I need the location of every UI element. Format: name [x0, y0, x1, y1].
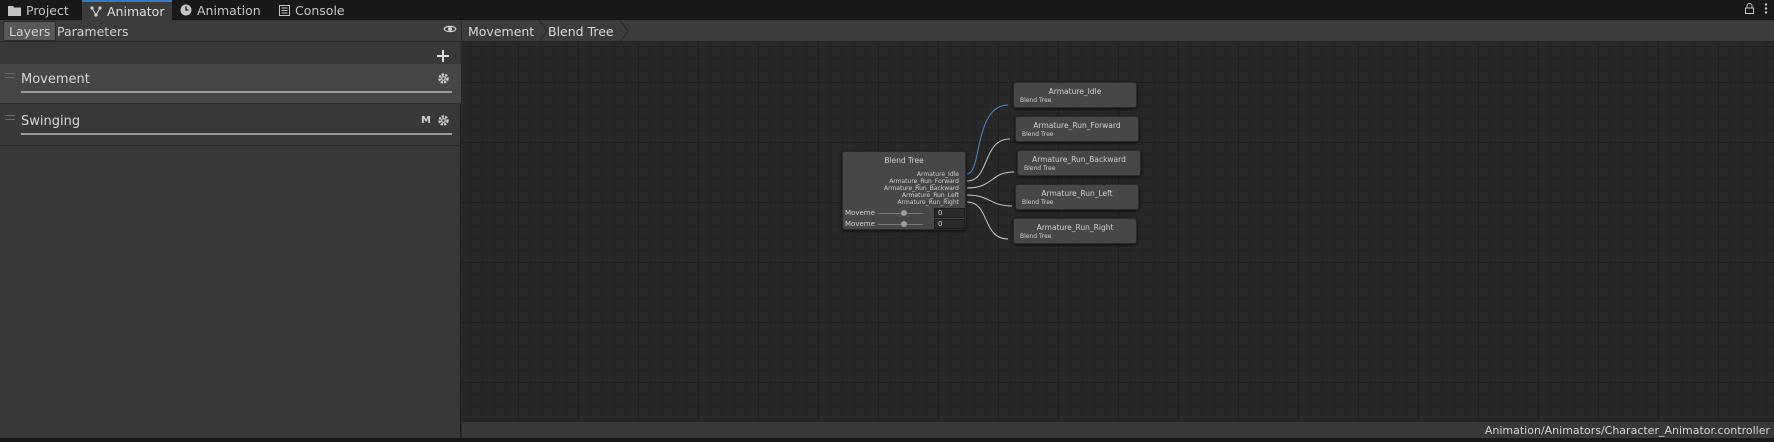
subtab-label: Parameters [57, 23, 129, 39]
tab-parameters[interactable]: Parameters [52, 21, 134, 41]
blend-output: Armature_Run_Left [902, 192, 959, 199]
tab-layers[interactable]: Layers [3, 21, 57, 41]
parameter-label: Moveme [845, 209, 875, 217]
blend-output: Armature_Run_Right [897, 199, 959, 206]
blend-output: Armature_Run_Forward [889, 178, 959, 185]
tab-label: Animator [107, 3, 165, 19]
folder-icon [8, 5, 21, 16]
parameter-slider-row: Moveme 0 [845, 219, 965, 230]
connection-wire-idle [966, 104, 1009, 175]
layers-panel: Layers Parameters Movement Swinging M [0, 20, 461, 442]
layer-item-swinging[interactable]: Swinging M [0, 106, 461, 146]
animator-graph[interactable]: Movement Blend Tree Blend Tree Armature_… [462, 20, 1774, 421]
node-title: Armature_Run_Right [1036, 223, 1114, 232]
parameter-value-field[interactable]: 0 [934, 219, 965, 229]
clip-node-run-left[interactable]: Armature_Run_Left Blend Tree [1015, 184, 1139, 210]
clip-node-run-backward[interactable]: Armature_Run_Backward Blend Tree [1017, 150, 1141, 176]
panel-subtabs: Layers Parameters [0, 20, 461, 42]
status-bar: Animation/Animators/Character_Animator.c… [462, 421, 1774, 438]
clip-node-idle[interactable]: Armature_Idle Blend Tree [1013, 82, 1137, 108]
node-title: Armature_Idle [1048, 87, 1102, 96]
layer-name: Movement [21, 72, 90, 87]
subtab-label: Layers [9, 23, 51, 39]
node-subtitle: Blend Tree [1022, 199, 1054, 206]
lock-icon[interactable] [1745, 3, 1754, 14]
connection-wire-run-left [966, 194, 1013, 207]
clip-node-run-forward[interactable]: Armature_Run_Forward Blend Tree [1015, 116, 1139, 142]
window-tab-bar: Project Animator Animation Console [0, 0, 1774, 20]
parameter-value-field[interactable]: 0 [934, 208, 965, 218]
connection-wire-run-right [966, 201, 1009, 240]
tab-label: Console [295, 2, 345, 18]
layer-weight-bar [21, 91, 452, 93]
layer-item-movement[interactable]: Movement [0, 64, 461, 104]
more-options-icon[interactable] [1764, 3, 1768, 14]
sync-tag: M [421, 115, 431, 126]
blend-tree-node[interactable]: Blend Tree Armature_Idle Armature_Run_Fo… [842, 151, 966, 230]
eye-icon[interactable] [443, 24, 457, 34]
console-icon [279, 4, 290, 16]
tab-project[interactable]: Project [0, 0, 77, 20]
drag-handle-icon[interactable] [5, 73, 15, 78]
node-title: Blend Tree [884, 156, 924, 165]
connection-wire-run-forward [966, 138, 1011, 182]
tab-console[interactable]: Console [271, 0, 353, 20]
gear-icon[interactable] [437, 72, 450, 85]
bottom-border [0, 438, 1774, 442]
parameter-label: Moveme [845, 220, 875, 228]
controller-path: Animation/Animators/Character_Animator.c… [1484, 424, 1770, 437]
layer-weight-bar [21, 133, 452, 135]
add-layer-button[interactable] [435, 48, 451, 64]
parameter-slider-knob[interactable] [901, 221, 907, 227]
node-subtitle: Blend Tree [1020, 97, 1052, 104]
node-title: Armature_Run_Backward [1032, 155, 1126, 164]
node-subtitle: Blend Tree [1022, 131, 1054, 138]
window-controls [1745, 3, 1768, 14]
tab-label: Project [26, 2, 69, 18]
parameter-slider-knob[interactable] [901, 210, 907, 216]
animator-icon [90, 5, 102, 17]
blend-output: Armature_Run_Backward [884, 185, 959, 192]
clock-icon [180, 4, 192, 16]
tab-animation[interactable]: Animation [172, 0, 269, 20]
blend-output: Armature_Idle [916, 171, 959, 178]
layer-name: Swinging [21, 114, 81, 129]
node-subtitle: Blend Tree [1020, 233, 1052, 240]
clip-node-run-right[interactable]: Armature_Run_Right Blend Tree [1013, 218, 1137, 244]
connection-wire-run-backward [966, 171, 1015, 189]
tab-label: Animation [197, 2, 261, 18]
gear-icon[interactable] [437, 114, 450, 127]
node-subtitle: Blend Tree [1024, 165, 1056, 172]
node-title: Armature_Run_Left [1041, 189, 1113, 198]
node-title: Armature_Run_Forward [1033, 121, 1121, 130]
tab-animator[interactable]: Animator [82, 0, 173, 20]
drag-handle-icon[interactable] [5, 115, 15, 120]
parameter-slider-row: Moveme 0 [845, 208, 965, 219]
